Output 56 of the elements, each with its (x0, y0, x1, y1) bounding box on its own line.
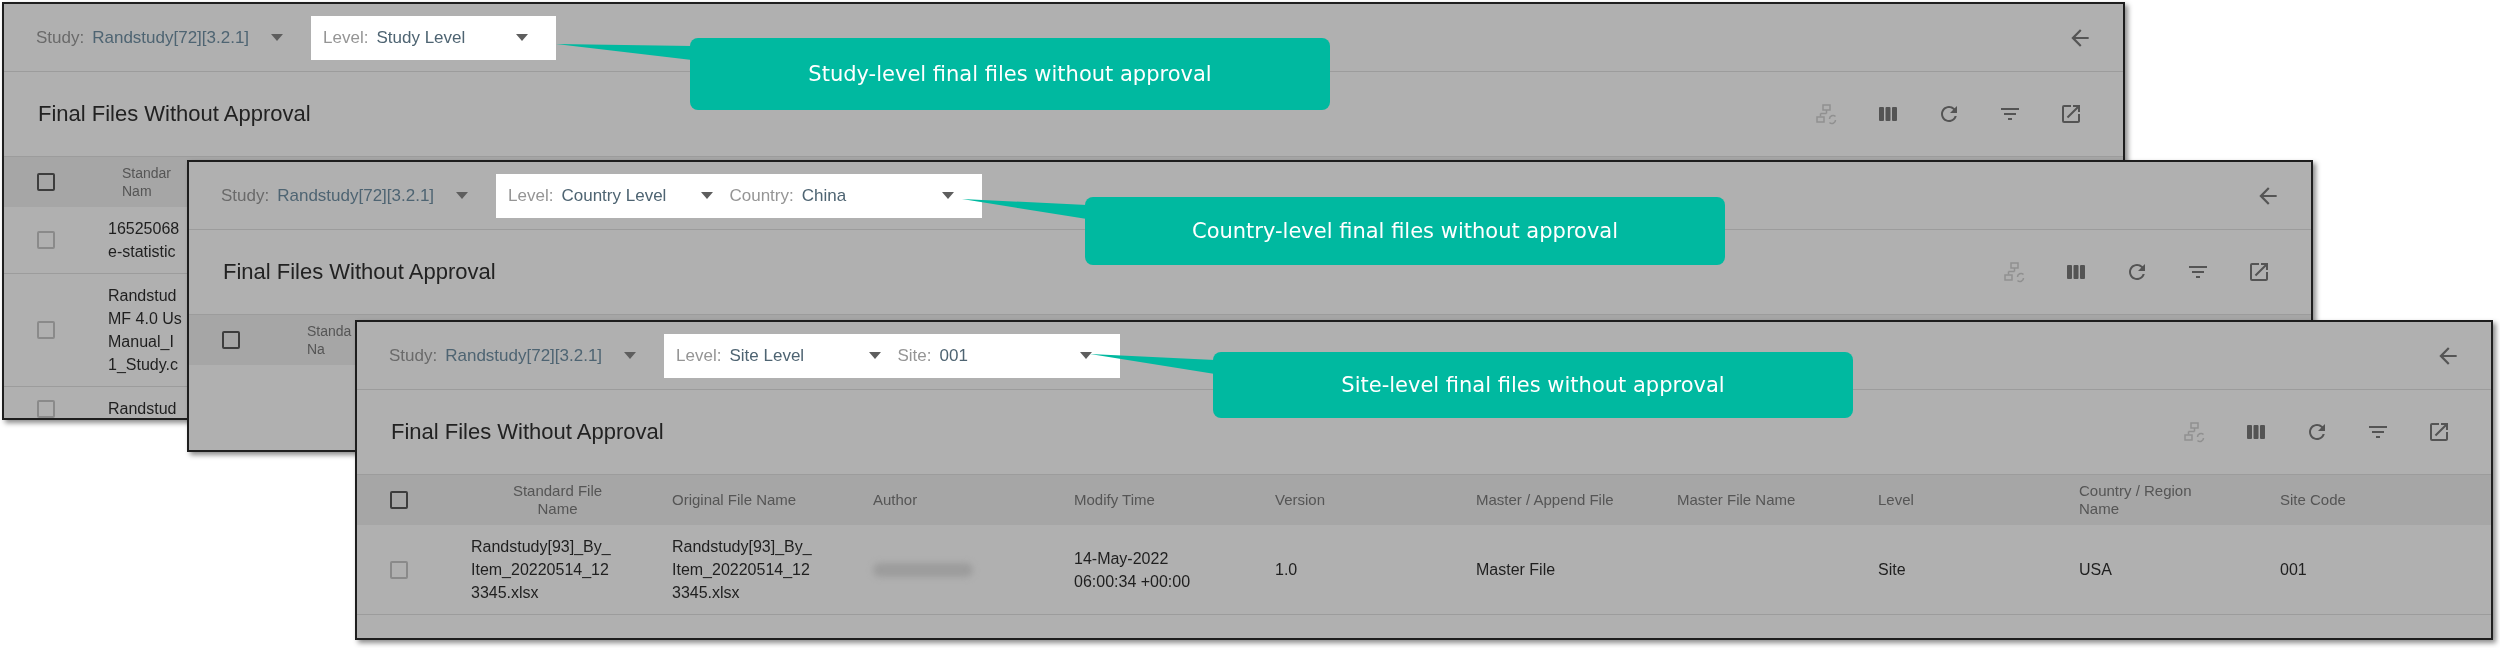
table-cell-text: 1.0 (1274, 560, 1299, 580)
table-cell-text: Master File (1475, 560, 1557, 580)
table-cell-text: 001 (2279, 560, 2308, 580)
filter-label: Level: (676, 345, 722, 366)
select-all-checkbox[interactable] (390, 491, 408, 509)
filter-dropdown[interactable]: China (801, 185, 954, 206)
caret-icon (701, 192, 714, 199)
column-header: Version (1274, 491, 1327, 509)
filter-label: Level: (508, 185, 554, 206)
table-cell-text: 14-May-2022 06:00:34 +00:00 (1073, 548, 1192, 592)
external-link-icon[interactable] (2247, 260, 2271, 284)
caret-icon (1079, 352, 1092, 359)
external-link-icon[interactable] (2427, 420, 2451, 444)
table-cell-text: Randstudy[93]_By_ Item_20220514_12 3345.xlsx (470, 537, 612, 603)
table-cell-text: Randstudy[93]_By_ Item_20220514_12 3345.xlsx (671, 537, 813, 603)
select-all-checkbox[interactable] (37, 173, 55, 191)
table-cell-text: 16525068 e-statistic (107, 219, 181, 262)
filter-dropdown[interactable]: Study Level (376, 27, 529, 48)
select-all-checkbox[interactable] (222, 331, 240, 349)
filter-label: Study: (221, 185, 270, 206)
callout: Study-level final files without approval (690, 38, 1330, 110)
filter-label: Study: (389, 345, 438, 366)
table-cell-text: USA (2078, 560, 2113, 580)
page-title: Final Files Without Approval (391, 419, 665, 445)
page-title: Final Files Without Approval (38, 101, 312, 127)
column-header: Country / Region Name (2078, 482, 2193, 518)
external-link-icon[interactable] (2059, 102, 2083, 126)
table-cell-text: Randstud (107, 399, 178, 418)
column-header: Site Code (2279, 491, 2347, 509)
caret-icon (941, 192, 954, 199)
column-header: Author (872, 491, 919, 509)
caret-icon (456, 192, 469, 199)
column-header: Level (1877, 491, 1915, 509)
column-header: Master / Append File (1475, 491, 1615, 509)
caret-icon (869, 352, 882, 359)
table-cell-text: Site (1877, 560, 1907, 580)
column-header: Standar Nam (121, 164, 173, 200)
table-cell-text: Randstud MF 4.0 Us Manual_I 1_Study.c (107, 286, 183, 375)
filter-dropdown[interactable]: Country Level (561, 185, 714, 206)
column-header: Standard File Name (511, 482, 604, 518)
filter-dropdown[interactable]: 001 (939, 345, 1092, 366)
filter-label: Site: (897, 345, 932, 366)
column-header: Modify Time (1073, 491, 1156, 509)
filter-label: Country: (729, 185, 794, 206)
filter-label: Level: (323, 27, 369, 48)
filter-label: Study: (36, 27, 85, 48)
page-title: Final Files Without Approval (223, 259, 497, 285)
column-header: Standa Na (306, 322, 353, 358)
column-header: Master File Name (1676, 491, 1797, 509)
caret-icon (271, 34, 284, 41)
caret-icon (624, 352, 637, 359)
column-header: Original File Name (671, 491, 798, 509)
callout: Site-level final files without approval (1213, 352, 1853, 418)
callout: Country-level final files without approval (1085, 197, 1725, 265)
filter-dropdown[interactable]: Site Level (729, 345, 882, 366)
caret-icon (516, 34, 529, 41)
